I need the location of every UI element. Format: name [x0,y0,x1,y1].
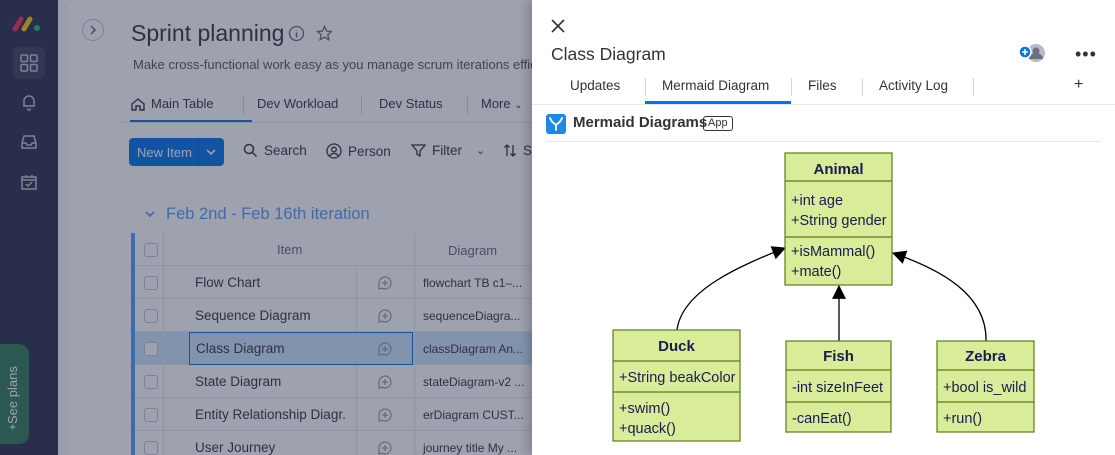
class-attribute: +bool is_wild [943,380,1026,396]
inheritance-arrow-zebra [891,250,987,342]
class-attribute: +int age [791,193,843,209]
modal-backdrop[interactable] [0,0,532,455]
class-box-animal: Animal +int age +String gender +isMammal… [784,152,893,286]
class-method: +quack() [619,421,676,437]
class-method: +run() [943,411,982,427]
inheritance-arrow-duck [676,246,787,331]
class-attribute: -int sizeInFeet [792,380,883,396]
class-method: +mate() [791,264,841,280]
class-diagram: Animal +int age +String gender +isMammal… [612,152,1035,442]
class-attribute: +String beakColor [619,370,736,386]
class-name: Duck [658,338,695,355]
class-name: Zebra [965,348,1007,365]
class-method: -canEat() [792,411,852,427]
class-box-fish: Fish -int sizeInFeet -canEat() [785,340,892,433]
class-method: +isMammal() [791,244,875,260]
class-name: Fish [823,348,854,365]
class-name: Animal [813,161,863,178]
class-box-duck: Duck +String beakColor +swim() +quack() [612,329,741,442]
class-attribute: +String gender [791,213,887,229]
item-detail-panel: Class Diagram ••• Updates Mermaid Diagra… [532,0,1115,455]
class-method: +swim() [619,401,670,417]
class-box-zebra: Zebra +bool is_wild +run() [936,340,1035,433]
